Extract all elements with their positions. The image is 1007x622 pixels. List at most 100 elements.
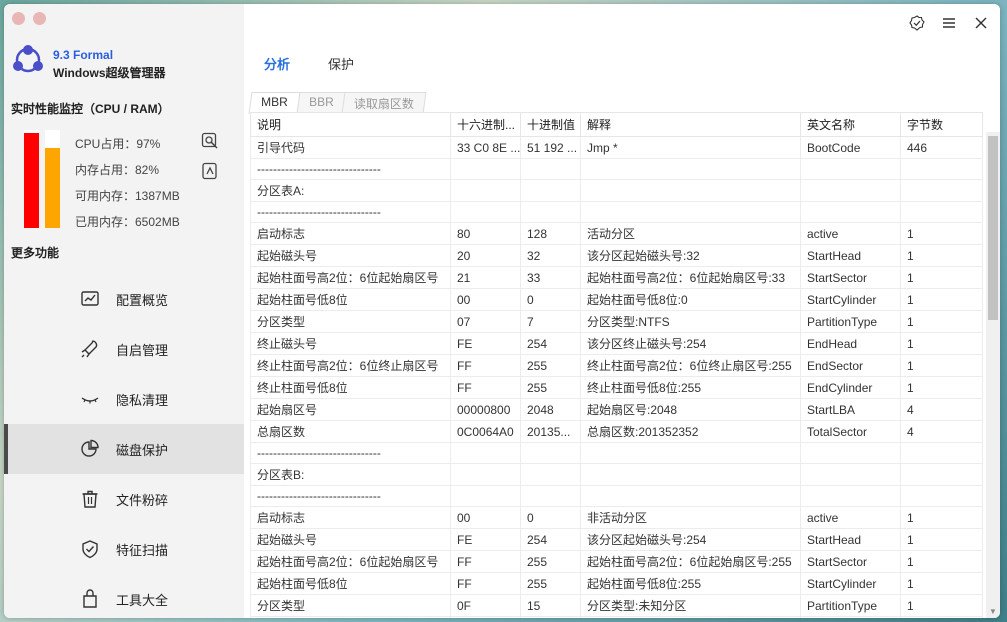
pie-chart-icon: [81, 439, 99, 457]
table-cell: EndCylinder: [800, 376, 901, 399]
table-row[interactable]: 起始扇区号 00000800 2048 起始扇区号:2048 StartLBA 4: [250, 398, 983, 421]
table-cell: 4: [900, 420, 983, 443]
document-clean-icon[interactable]: [201, 162, 219, 180]
table-cell: 1: [900, 572, 983, 595]
table-row[interactable]: 分区表B:: [250, 463, 983, 486]
column-header[interactable]: 说明: [250, 112, 451, 137]
scrollbar-thumb[interactable]: [988, 136, 998, 320]
sidebar-item-privacy[interactable]: 隐私清理: [4, 374, 244, 424]
table-cell: [800, 442, 901, 464]
table-cell: active: [800, 222, 901, 245]
table-cell: 起始扇区号:2048: [580, 398, 801, 421]
table-row[interactable]: 终止柱面号低8位 FF 255 终止柱面号低8位:255 EndCylinder 1: [250, 376, 983, 399]
table-row[interactable]: 起始柱面号高2位：6位起始扇区号 FF 255 起始柱面号高2位：6位起始扇区号:25…: [250, 550, 983, 573]
table-cell: 该分区终止磁头号:254: [580, 332, 801, 355]
table-cell: 总扇区数: [250, 420, 451, 443]
table-cell: [900, 485, 983, 507]
table-cell: FF: [450, 376, 521, 399]
tab-protect[interactable]: 保护: [328, 54, 354, 73]
table-row[interactable]: 引导代码 33 C0 8E ... 51 192 ... Jmp * BootCode 4…: [250, 136, 983, 159]
sidebar-item-scan[interactable]: 特征扫描: [4, 524, 244, 574]
sidebar: 9.3 Formal Windows超级管理器 实时性能监控（CPU / RAM…: [4, 4, 244, 618]
sidebar-item-shredder[interactable]: 文件粉碎: [4, 474, 244, 524]
table-cell: 7: [520, 310, 581, 333]
table-cell: 分区表B:: [250, 463, 451, 486]
mbr-table-container: 说明 十六进制... 十进制值 解释 英文名称 字节数 引导代码 33 C0 8E ... 5…: [250, 112, 990, 618]
image-search-icon[interactable]: [201, 132, 219, 150]
table-cell: 00: [450, 506, 521, 529]
table-cell: [800, 201, 901, 223]
column-header[interactable]: 十六进制...: [450, 112, 521, 137]
table-cell: [450, 485, 521, 507]
table-cell: 33: [520, 266, 581, 289]
table-cell: [450, 463, 521, 486]
usage-bars: [24, 130, 62, 228]
table-cell: 254: [520, 616, 581, 618]
table-cell: 终止柱面号高2位：6位终止扇区号:255: [580, 354, 801, 377]
table-cell: 起始柱面号高2位：6位起始扇区号:255: [580, 550, 801, 573]
scroll-down-icon[interactable]: ▼: [989, 607, 997, 616]
app-version: 9.3 Formal: [53, 48, 114, 62]
sidebar-item-disk-protect[interactable]: 磁盘保护: [4, 424, 244, 474]
column-header[interactable]: 十进制值: [520, 112, 581, 137]
table-cell: 分区类型:NTFS: [580, 310, 801, 333]
subtab-mbr[interactable]: MBR: [248, 92, 301, 114]
table-cell: 起始柱面号低8位:255: [580, 572, 801, 595]
subtab-read-sectors[interactable]: 读取扇区数: [341, 92, 427, 114]
column-header[interactable]: 英文名称: [800, 112, 901, 137]
table-row[interactable]: 分区类型 0F 15 分区类型:未知分区 PartitionType 1: [250, 594, 983, 617]
table-row[interactable]: -------------------------------: [250, 158, 983, 180]
sidebar-item-label: 文件粉碎: [116, 492, 169, 508]
table-cell: [900, 442, 983, 464]
table-cell: 255: [520, 376, 581, 399]
sidebar-item-config[interactable]: 配置概览: [4, 274, 244, 324]
badge-check-icon[interactable]: [908, 14, 926, 32]
table-row[interactable]: 起始磁头号 20 32 该分区起始磁头号:32 StartHead 1: [250, 244, 983, 267]
table-row[interactable]: 分区类型 07 7 分区类型:NTFS PartitionType 1: [250, 310, 983, 333]
table-row[interactable]: 启动标志 00 0 非活动分区 active 1: [250, 506, 983, 529]
table-cell: 1: [900, 594, 983, 617]
table-cell: 20: [450, 244, 521, 267]
table-row[interactable]: 起始柱面号低8位 00 0 起始柱面号低8位:0 StartCylinder 1: [250, 288, 983, 311]
table-cell: 引导代码: [250, 136, 451, 159]
tab-analyze[interactable]: 分析: [264, 54, 290, 73]
usage-stats: CPU占用：97% 内存占用：82% 可用内存：1387MB 已用内存：6502…: [75, 136, 180, 240]
table-row[interactable]: 起始柱面号低8位 FF 255 起始柱面号低8位:255 StartCylinder 1: [250, 572, 983, 595]
table-scrollbar[interactable]: ▼: [986, 132, 1000, 618]
bag-icon: [83, 589, 97, 608]
window-minimize-dot[interactable]: [33, 12, 46, 25]
trash-icon: [82, 490, 98, 508]
table-row[interactable]: -------------------------------: [250, 201, 983, 223]
sidebar-item-startup[interactable]: 自启管理: [4, 324, 244, 374]
table-cell: 起始柱面号低8位:0: [580, 288, 801, 311]
table-cell: 起始扇区号: [250, 398, 451, 421]
table-cell: [520, 463, 581, 486]
menu-icon[interactable]: [940, 14, 958, 32]
mem-bar: [45, 130, 60, 228]
table-cell: StartCylinder: [800, 572, 901, 595]
table-row[interactable]: -------------------------------: [250, 485, 983, 507]
table-cell: -------------------------------: [250, 442, 451, 464]
table-row[interactable]: 终止柱面号高2位：6位终止扇区号 FF 255 终止柱面号高2位：6位终止扇区号:25…: [250, 354, 983, 377]
table-row[interactable]: 终止磁头号FE254该分区终止磁头号:254EndHead1: [250, 616, 983, 618]
table-cell: StartCylinder: [800, 288, 901, 311]
sidebar-item-tools[interactable]: 工具大全: [4, 574, 244, 618]
subtab-label: MBR: [261, 95, 288, 109]
sub-tabs: MBR BBR 读取扇区数: [248, 92, 427, 114]
table-row[interactable]: 启动标志 80 128 活动分区 active 1: [250, 222, 983, 245]
table-row[interactable]: 分区表A:: [250, 179, 983, 202]
table-cell: 起始柱面号高2位：6位起始扇区号: [250, 550, 451, 573]
table-row[interactable]: 终止磁头号FE254该分区终止磁头号:254EndHead1: [250, 332, 983, 355]
window-close-dot[interactable]: [12, 12, 25, 25]
table-row[interactable]: 起始柱面号高2位：6位起始扇区号 21 33 起始柱面号高2位：6位起始扇区号:33 S…: [250, 266, 983, 289]
close-icon[interactable]: [972, 14, 990, 32]
table-row[interactable]: 起始磁头号 FE 254 该分区起始磁头号:254 StartHead 1: [250, 528, 983, 551]
column-header[interactable]: 字节数: [900, 112, 983, 137]
subtab-bbr[interactable]: BBR: [296, 92, 346, 114]
sidebar-item-label: 配置概览: [116, 292, 169, 308]
table-row[interactable]: -------------------------------: [250, 442, 983, 464]
cpu-bar-fill: [24, 132, 39, 228]
column-header[interactable]: 解释: [580, 112, 801, 137]
table-row[interactable]: 总扇区数 0C0064A0 20135... 总扇区数:201352352 TotalS…: [250, 420, 983, 443]
table-cell: StartLBA: [800, 398, 901, 421]
